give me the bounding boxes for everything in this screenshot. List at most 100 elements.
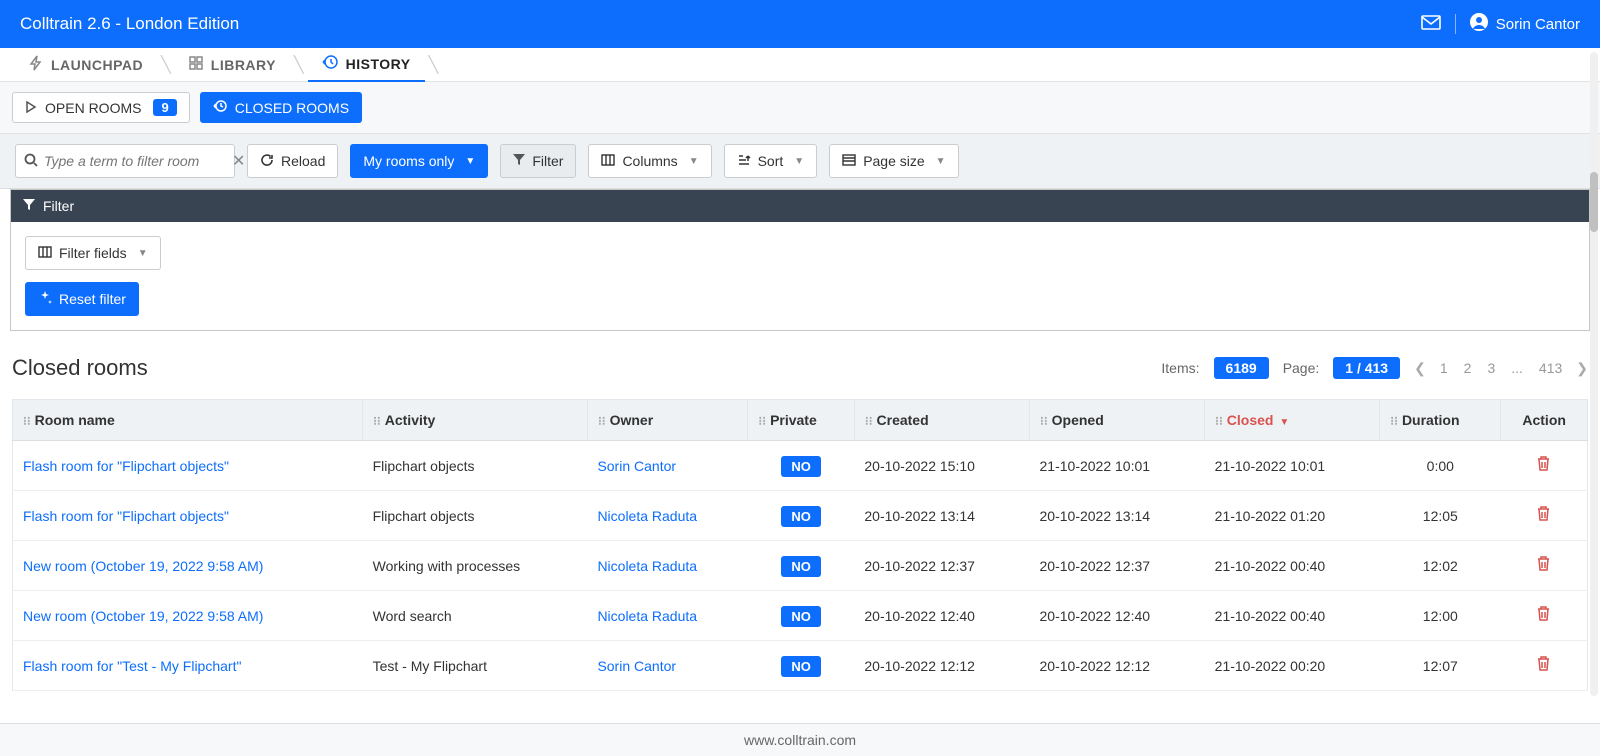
page-display-badge: 1 / 413	[1333, 357, 1400, 379]
open-rooms-button[interactable]: OPEN ROOMS 9	[12, 92, 190, 123]
table-row: Flash room for "Flipchart objects"Flipch…	[13, 441, 1588, 491]
filter-panel-title: Filter	[43, 198, 74, 214]
cell-room-name[interactable]: Flash room for "Flipchart objects"	[13, 441, 363, 491]
search-input-wrap[interactable]: ✕	[15, 144, 235, 178]
cell-owner[interactable]: Nicoleta Raduta	[587, 591, 747, 641]
tab-library-label: LIBRARY	[211, 57, 276, 73]
pager-next[interactable]: ❯	[1576, 360, 1588, 377]
page-label: Page:	[1283, 360, 1320, 376]
inbox-icon[interactable]	[1421, 15, 1441, 34]
col-activity[interactable]: ⁝⁝Activity	[363, 400, 588, 441]
filter-label: Filter	[532, 153, 563, 169]
filter-button[interactable]: Filter	[500, 144, 576, 178]
cell-opened: 20-10-2022 12:37	[1030, 541, 1205, 591]
tab-library[interactable]: LIBRARY	[175, 48, 290, 82]
history-icon	[213, 99, 227, 116]
page-size-icon	[842, 153, 856, 169]
page-link[interactable]: 2	[1464, 360, 1472, 376]
search-icon	[24, 153, 38, 170]
sort-label: Sort	[758, 153, 784, 169]
reload-button[interactable]: Reload	[247, 144, 338, 178]
cell-private: NO	[748, 591, 854, 641]
play-icon	[25, 100, 37, 116]
cell-owner[interactable]: Nicoleta Raduta	[587, 491, 747, 541]
user-menu[interactable]: Sorin Cantor	[1470, 13, 1580, 35]
page-size-button[interactable]: Page size ▼	[829, 144, 958, 178]
my-rooms-toggle[interactable]: My rooms only ▼	[350, 144, 488, 178]
cell-action	[1501, 441, 1588, 491]
cell-action	[1501, 491, 1588, 541]
col-created[interactable]: ⁝⁝Created	[854, 400, 1029, 441]
tab-history[interactable]: HISTORY	[308, 48, 425, 82]
table-row: Flash room for "Flipchart objects"Flipch…	[13, 491, 1588, 541]
cell-room-name[interactable]: New room (October 19, 2022 9:58 AM)	[13, 591, 363, 641]
sort-icon	[737, 153, 751, 169]
delete-icon[interactable]	[1536, 558, 1551, 575]
chevron-down-icon: ▼	[465, 156, 475, 167]
sort-button[interactable]: Sort ▼	[724, 144, 818, 178]
filter-fields-button[interactable]: Filter fields ▼	[25, 236, 161, 270]
delete-icon[interactable]	[1536, 508, 1551, 525]
reload-icon	[260, 153, 274, 170]
footer-url[interactable]: www.colltrain.com	[744, 732, 856, 748]
cell-duration: 12:07	[1380, 641, 1501, 691]
cell-activity: Test - My Flipchart	[363, 641, 588, 691]
cell-private: NO	[748, 541, 854, 591]
cell-room-name[interactable]: Flash room for "Flipchart objects"	[13, 491, 363, 541]
toolbar: ✕ Reload My rooms only ▼ Filter Columns …	[0, 134, 1600, 189]
cell-created: 20-10-2022 12:12	[854, 641, 1029, 691]
cell-owner[interactable]: Sorin Cantor	[587, 441, 747, 491]
page-link: ...	[1511, 360, 1523, 376]
delete-icon[interactable]	[1536, 658, 1551, 675]
page-link[interactable]: 413	[1539, 360, 1562, 376]
pager-prev[interactable]: ❮	[1414, 360, 1426, 377]
cell-action	[1501, 641, 1588, 691]
columns-button[interactable]: Columns ▼	[588, 144, 711, 178]
user-name: Sorin Cantor	[1496, 16, 1580, 33]
tab-launchpad-label: LAUNCHPAD	[51, 57, 143, 73]
table-row: Flash room for "Test - My Flipchart"Test…	[13, 641, 1588, 691]
scrollbar[interactable]	[1590, 52, 1598, 696]
open-rooms-label: OPEN ROOMS	[45, 100, 141, 116]
delete-icon[interactable]	[1536, 458, 1551, 475]
cell-created: 20-10-2022 12:37	[854, 541, 1029, 591]
cell-opened: 20-10-2022 12:40	[1030, 591, 1205, 641]
top-bar: Colltrain 2.6 - London Edition Sorin Can…	[0, 0, 1600, 48]
page-link[interactable]: 1	[1440, 360, 1448, 376]
col-room-name[interactable]: ⁝⁝Room name	[13, 400, 363, 441]
tab-launchpad[interactable]: LAUNCHPAD	[15, 48, 157, 82]
history-icon	[322, 54, 338, 73]
cell-room-name[interactable]: New room (October 19, 2022 9:58 AM)	[13, 541, 363, 591]
columns-icon	[601, 153, 615, 169]
footer: www.colltrain.com	[0, 723, 1600, 756]
cell-created: 20-10-2022 12:40	[854, 591, 1029, 641]
clear-search-icon[interactable]: ✕	[232, 151, 245, 171]
col-closed[interactable]: ⁝⁝Closed ▼	[1205, 400, 1380, 441]
cell-owner[interactable]: Sorin Cantor	[587, 641, 747, 691]
reset-filter-button[interactable]: Reset filter	[25, 282, 139, 316]
cell-private: NO	[748, 491, 854, 541]
scrollbar-thumb[interactable]	[1590, 172, 1598, 232]
chevron-down-icon: ▼	[936, 156, 946, 167]
delete-icon[interactable]	[1536, 608, 1551, 625]
columns-icon	[38, 245, 52, 261]
cell-owner[interactable]: Nicoleta Raduta	[587, 541, 747, 591]
app-title: Colltrain 2.6 - London Edition	[20, 14, 239, 34]
closed-rooms-label: CLOSED ROOMS	[235, 100, 349, 116]
closed-rooms-button[interactable]: CLOSED ROOMS	[200, 92, 362, 123]
page-link[interactable]: 3	[1487, 360, 1495, 376]
search-input[interactable]	[38, 153, 232, 169]
page-size-label: Page size	[863, 153, 924, 169]
col-duration[interactable]: ⁝⁝Duration	[1380, 400, 1501, 441]
cell-duration: 0:00	[1380, 441, 1501, 491]
chevron-down-icon: ▼	[689, 156, 699, 167]
table-row: New room (October 19, 2022 9:58 AM)Worki…	[13, 541, 1588, 591]
cell-room-name[interactable]: Flash room for "Test - My Flipchart"	[13, 641, 363, 691]
col-opened[interactable]: ⁝⁝Opened	[1030, 400, 1205, 441]
chevron-down-icon: ▼	[794, 156, 804, 167]
cell-closed: 21-10-2022 00:40	[1205, 591, 1380, 641]
col-private[interactable]: ⁝⁝Private	[748, 400, 854, 441]
col-owner[interactable]: ⁝⁝Owner	[587, 400, 747, 441]
pager: Items: 6189 Page: 1 / 413 ❮ 123...413 ❯	[1161, 357, 1588, 379]
cell-private: NO	[748, 441, 854, 491]
